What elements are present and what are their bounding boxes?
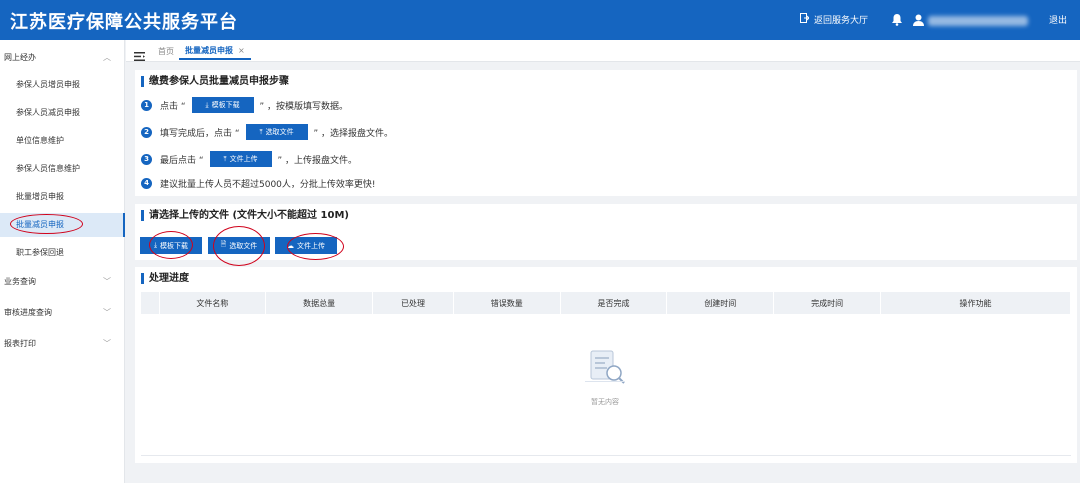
column-header: 操作功能 [880,292,1071,314]
sidebar-item-label: 参保人员信息维护 [16,164,80,173]
return-icon [800,13,810,26]
tab-batch-reduce[interactable]: 批量减员申报 × [179,43,251,60]
steps-title: 缴费参保人员批量减员申报步骤 [141,76,289,87]
table-bottom-divider [141,455,1071,456]
logout-button[interactable]: 退出 [1049,13,1067,26]
table-header-checkbox [141,292,160,314]
select-file-button[interactable]: ⤒ 选取文件 [245,124,308,140]
sidebar-item-label: 批量增员申报 [16,192,64,201]
chevron-up-icon: ︿ [103,53,111,62]
step-number: 1 [141,99,152,111]
step-3: 3 最后点击 “ ⤒ 文件上传 ” ，上传报盘文件。 [141,151,357,167]
step-text-before: 点击 “ [160,101,186,112]
tab-home[interactable]: 首页 [158,46,174,57]
sidebar-group-review-progress[interactable]: 审核进度查询 ﹀ [0,303,125,323]
sidebar-item-batch-reduce[interactable]: 批量减员申报 [0,213,125,237]
step-number: 3 [141,153,152,165]
column-header: 完成时间 [773,292,881,314]
step-2: 2 填写完成后，点击 “ ⤒ 选取文件 ” ，选择报盘文件。 [141,124,393,140]
sidebar-item-label: 参保人员减员申报 [16,108,80,117]
bell-icon[interactable] [891,11,903,30]
chevron-down-icon: ﹀ [103,277,111,286]
sidebar-group-label: 审核进度查询 [4,308,52,317]
column-header: 数据总量 [265,292,374,314]
upload-title: 请选择上传的文件 (文件大小不能超过 10M) [141,210,349,221]
step-1: 1 点击 “ ⤓ 模板下载 ” ，按模版填写数据。 [141,97,348,113]
button-label: 选取文件 [229,241,258,250]
sidebar-group-business-query[interactable]: 业务查询 ﹀ [0,272,125,292]
empty-state: 暂无内容 [575,347,635,407]
return-hall-link[interactable]: 返回服务大厅 [800,13,868,26]
button-label: 文件上传 [229,155,258,163]
upload-file-button[interactable]: ⤒ 文件上传 [209,151,272,167]
upload-panel: 请选择上传的文件 (文件大小不能超过 10M) ⤓ 模板下载 🗎 选取文件 ☁ 文件上… [135,204,1077,266]
return-hall-label: 返回服务大厅 [814,16,869,26]
tab-bar: 首页 批量减员申报 × [126,40,1080,62]
step-text-before: 填写完成后，点击 “ [160,128,240,139]
step-number: 2 [141,126,152,138]
template-download-action-button[interactable]: ⤓ 模板下载 [140,237,202,254]
user-icon [913,11,924,30]
sidebar-group-label: 网上经办 [4,53,36,62]
progress-table: 文件名称 数据总量 已处理 错误数量 是否完成 创建时间 完成时间 操作功能 [141,292,1071,314]
sidebar-item-label: 单位信息维护 [16,136,64,145]
tab-label: 批量减员申报 [185,46,233,55]
empty-data-icon [583,350,627,391]
sidebar-item-batch-add[interactable]: 批量增员申报 [0,185,125,209]
chevron-down-icon: ﹀ [103,339,111,348]
cloud-upload-icon: ☁ [287,241,294,250]
user-menu[interactable] [913,11,1028,30]
sidebar-item-insured-info[interactable]: 参保人员信息维护 [0,157,125,181]
progress-title: 处理进度 [141,273,189,284]
sidebar-item-label: 批量减员申报 [16,220,64,229]
platform-title: 江苏医疗保障公共服务平台 [10,12,238,33]
upload-arrow-icon: ⤒ [259,127,263,136]
sidebar-group-report-print[interactable]: 报表打印 ﹀ [0,334,125,354]
step-text-after: ” ，选择报盘文件。 [313,128,394,139]
step-text: 建议批量上传人员不超过5000人，分批上传效率更快! [160,179,376,190]
empty-text: 暂无内容 [591,398,619,406]
step-4: 4 建议批量上传人员不超过5000人，分批上传效率更快! [141,175,376,191]
select-file-action-button[interactable]: 🗎 选取文件 [208,237,270,254]
user-name-redacted [928,15,1028,26]
sidebar-group-online[interactable]: 网上经办 ︿ [0,48,125,68]
sidebar-item-label: 职工参保回退 [16,248,64,257]
menu-toggle-icon[interactable] [134,46,145,65]
progress-panel: 处理进度 文件名称 数据总量 已处理 错误数量 是否完成 创建时间 完成时间 操… [135,267,1077,463]
sidebar-item-label: 参保人员增员申报 [16,80,80,89]
upload-file-action-button[interactable]: ☁ 文件上传 [275,237,337,254]
sidebar-item-reduce-insured[interactable]: 参保人员减员申报 [0,101,125,125]
column-header: 错误数量 [453,292,561,314]
sidebar-item-unit-info[interactable]: 单位信息维护 [0,129,125,153]
file-icon: 🗎 [220,240,227,248]
button-label: 文件上传 [297,241,325,250]
step-number: 4 [141,177,152,189]
sidebar-item-add-insured[interactable]: 参保人员增员申报 [0,73,125,97]
upload-arrow-icon: ⤒ [223,154,227,163]
step-text-before: 最后点击 “ [160,155,204,166]
top-header: 江苏医疗保障公共服务平台 返回服务大厅 退出 [0,0,1080,40]
template-download-button[interactable]: ⤓ 模板下载 [191,97,254,113]
sidebar: 网上经办 ︿ 参保人员增员申报 参保人员减员申报 单位信息维护 参保人员信息维护… [0,40,125,483]
column-header: 是否完成 [560,292,668,314]
button-label: 模板下载 [211,101,240,109]
sidebar-group-label: 业务查询 [4,277,36,286]
download-icon: ⤓ [153,241,158,249]
sidebar-item-rollback[interactable]: 职工参保回退 [0,241,125,265]
button-label: 选取文件 [265,128,294,136]
close-icon[interactable]: × [238,46,245,55]
chevron-down-icon: ﹀ [103,308,111,317]
column-header: 已处理 [372,292,454,314]
download-icon: ⤓ [205,100,209,109]
column-header: 创建时间 [666,292,775,314]
column-header: 文件名称 [159,292,267,314]
steps-panel: 缴费参保人员批量减员申报步骤 1 点击 “ ⤓ 模板下载 ” ，按模版填写数据。 … [135,70,1077,196]
step-text-after: ” ，按模版填写数据。 [259,101,349,112]
button-label: 模板下载 [160,241,189,250]
step-text-after: ” ，上传报盘文件。 [277,155,358,166]
sidebar-group-label: 报表打印 [4,339,36,348]
